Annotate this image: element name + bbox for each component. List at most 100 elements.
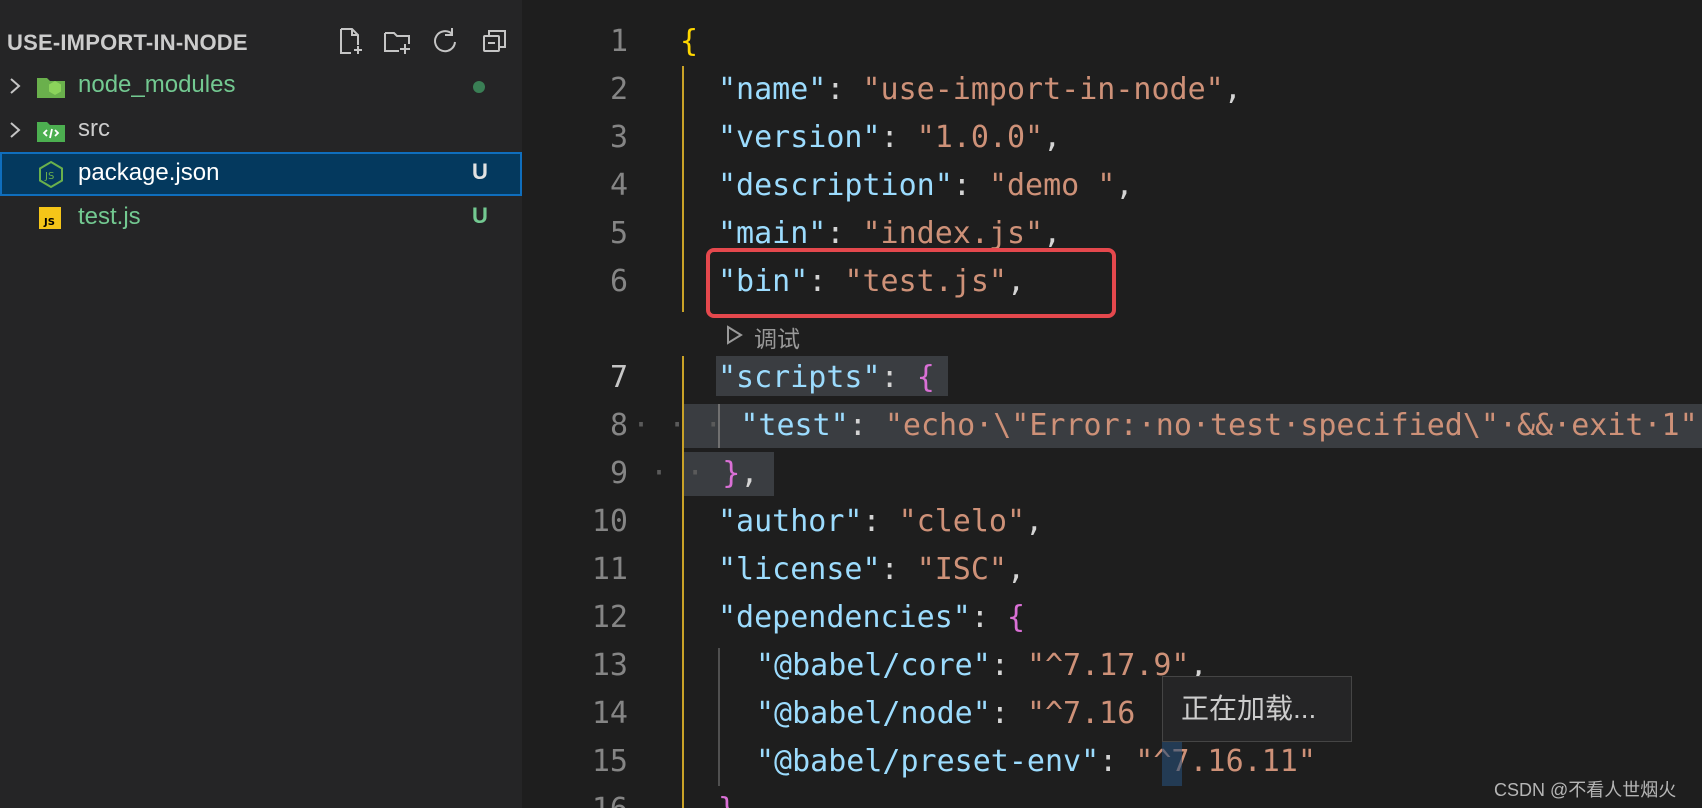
code-line-1: { (680, 22, 698, 62)
colon: : (826, 216, 863, 251)
colon: : (848, 408, 885, 443)
code-line-12: "dependencies": { (718, 598, 1025, 638)
untracked-badge: U (472, 203, 488, 228)
tree-item-label: node_modules (78, 71, 236, 98)
json-key: "version" (718, 120, 881, 155)
play-icon (727, 325, 743, 345)
json-string: "index.js" (862, 216, 1044, 251)
comma: , (1223, 72, 1242, 107)
line-number: 2 (609, 72, 628, 107)
comma: , (1025, 504, 1044, 539)
new-folder-icon[interactable] (382, 26, 412, 56)
json-key: "test" (740, 408, 849, 443)
line-number: 4 (609, 168, 628, 203)
code-line-4: "description": "demo ", (718, 166, 1133, 206)
javascript-file-icon: JS (36, 204, 66, 232)
json-key: "scripts" (718, 360, 881, 395)
code-line-2: "name": "use-import-in-node", (718, 70, 1242, 110)
watermark: CSDN @不看人世烟火 (1494, 780, 1677, 800)
json-key: "license" (718, 552, 881, 587)
code-line-16: }, (718, 790, 754, 808)
colon: : (862, 504, 899, 539)
comma: , (740, 456, 759, 491)
colon: : (826, 72, 863, 107)
line-number-active: 7 (609, 360, 628, 395)
line-number: 5 (609, 216, 628, 251)
json-string: "clelo" (898, 504, 1026, 539)
line-number: 8 (609, 408, 628, 443)
line-number: 14 (591, 696, 628, 731)
line-number: 11 (591, 552, 628, 587)
tree-item-package-json[interactable]: JS package.json U (0, 152, 522, 196)
svg-text:JS: JS (44, 171, 54, 182)
explorer-header: USE-IMPORT-IN-NODE (0, 20, 522, 64)
json-string: "echo·\"Error:·no·test·specified\"·&&·ex… (884, 408, 1698, 443)
whitespace-marker: · · (650, 456, 723, 491)
json-key: "description" (718, 168, 953, 203)
brace: } (722, 456, 741, 491)
colon: : (990, 696, 1027, 731)
json-string: "use-import-in-node" (862, 72, 1224, 107)
line-number: 13 (591, 648, 628, 683)
line-number: 16 (522, 790, 628, 808)
brace: { (680, 24, 699, 59)
comma: , (1043, 216, 1062, 251)
indent-guide (682, 66, 684, 312)
chevron-right-icon[interactable] (6, 76, 24, 96)
json-key: "@babel/preset-env" (756, 744, 1100, 779)
untracked-badge: U (472, 159, 488, 184)
comma: , (1007, 552, 1026, 587)
svg-text:JS: JS (43, 217, 55, 228)
colon: : (880, 552, 917, 587)
refresh-icon[interactable] (430, 26, 460, 56)
tree-item-test-js[interactable]: JS test.js U (0, 196, 522, 240)
line-number: 6 (609, 264, 628, 299)
brace: { (1007, 600, 1026, 635)
code-line-3: "version": "1.0.0", (718, 118, 1061, 158)
code-editor[interactable]: 1 2 3 4 5 6 7 8 9 10 11 12 13 14 15 16 {… (522, 0, 1702, 808)
explorer-title: USE-IMPORT-IN-NODE (7, 30, 248, 55)
codelens-label: 调试 (754, 326, 800, 352)
colon: : (880, 360, 917, 395)
json-key: "main" (718, 216, 827, 251)
new-file-icon[interactable] (335, 26, 365, 56)
node-folder-icon (36, 72, 66, 100)
text-cursor-highlight (1162, 742, 1182, 786)
colon: : (880, 120, 917, 155)
json-key: "name" (718, 72, 827, 107)
code-line-10: "author": "clelo", (718, 502, 1043, 542)
indent-guide (718, 648, 720, 786)
json-string: "demo " (988, 168, 1116, 203)
nodejs-file-icon: JS (36, 160, 66, 189)
comma: , (1115, 168, 1134, 203)
code-line-8: · · · "test": "echo·\"Error:·no·test·spe… (632, 406, 1698, 446)
json-string: "^7.16 (1026, 696, 1136, 731)
chevron-right-icon[interactable] (6, 120, 24, 140)
json-string: "1.0.0" (916, 120, 1044, 155)
bin-annotation-box (706, 248, 1116, 318)
modified-dot-icon (473, 81, 485, 93)
tree-item-label: package.json (78, 159, 220, 186)
brace: }, (718, 792, 754, 808)
explorer-sidebar: USE-IMPORT-IN-NODE node_modules src JS p… (0, 0, 522, 808)
colon: : (952, 168, 989, 203)
json-key: "author" (718, 504, 863, 539)
json-key: "dependencies" (718, 600, 971, 635)
code-line-9: · · }, (650, 454, 758, 494)
colon: : (1099, 744, 1136, 779)
brace: { (916, 360, 935, 395)
line-number: 1 (609, 24, 628, 59)
tree-item-src[interactable]: src (0, 108, 522, 152)
code-line-15: "@babel/preset-env": "^7.16.11" (756, 742, 1316, 782)
line-number: 12 (591, 600, 628, 635)
colon: : (970, 600, 1007, 635)
json-key: "@babel/core" (756, 648, 991, 683)
collapse-all-icon[interactable] (480, 26, 510, 56)
comma: , (1043, 120, 1062, 155)
code-line-14: "@babel/node": "^7.16 (756, 694, 1135, 734)
code-line-7: "scripts": { (718, 358, 935, 398)
line-number: 10 (591, 504, 628, 539)
tree-item-node-modules[interactable]: node_modules (0, 64, 522, 108)
tree-item-label: src (78, 115, 110, 142)
whitespace-marker: · · · (632, 408, 741, 443)
